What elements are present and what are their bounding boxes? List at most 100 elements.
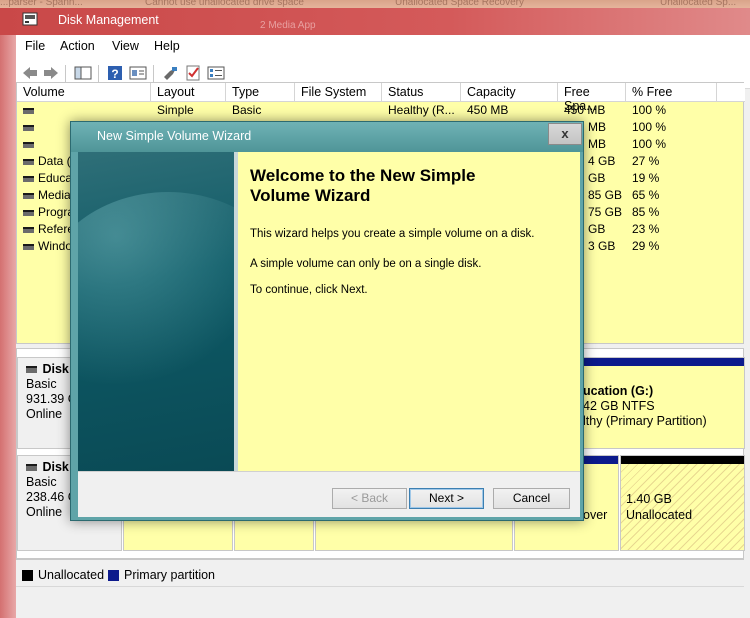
volume-free-space: 85 GB xyxy=(588,188,623,202)
menu-view[interactable]: View xyxy=(112,39,139,53)
drive-icon xyxy=(23,226,34,233)
volume-name: Progra xyxy=(23,205,74,219)
column-header-type[interactable]: Type xyxy=(226,83,295,102)
column-header-volume[interactable]: Volume xyxy=(17,83,151,102)
menu-bar: File Action View Help xyxy=(16,35,750,59)
wizard-instruction: To continue, click Next. xyxy=(250,284,368,296)
properties-icon[interactable] xyxy=(129,65,147,81)
disk-name: Disk xyxy=(42,460,69,474)
cancel-button[interactable]: Cancel xyxy=(493,488,570,509)
legend-swatch-primary xyxy=(108,570,119,581)
close-button[interactable]: x xyxy=(548,123,582,145)
background-ghost-text: 2 Media App xyxy=(260,20,316,31)
unallocated-label: Unallocated xyxy=(626,508,693,522)
svg-text:?: ? xyxy=(111,67,118,81)
volume-free-space: 4 GB xyxy=(588,154,616,168)
connect-icon[interactable] xyxy=(161,65,179,81)
drive-icon xyxy=(23,209,34,216)
drive-icon xyxy=(23,141,34,148)
partition-education-g[interactable]: ucation (G:) 42 GB NTFS lthy (Primary Pa… xyxy=(577,357,745,449)
disk-management-app-icon xyxy=(22,12,38,26)
window-titlebar[interactable]: Disk Management 2 Media App xyxy=(0,8,750,35)
banner-decoration xyxy=(78,192,238,412)
volume-percent-free: 100 % xyxy=(632,120,667,134)
partition-name: ucation (G:) xyxy=(583,384,654,398)
unallocated-size: 1.40 GB xyxy=(626,492,672,506)
back-button[interactable]: < Back xyxy=(332,488,407,509)
legend-swatch-unallocated xyxy=(22,570,33,581)
volume-name xyxy=(23,120,38,134)
partition-size: 42 GB NTFS xyxy=(583,399,655,413)
console-tree-icon[interactable] xyxy=(74,65,92,81)
next-button[interactable]: Next > xyxy=(409,488,484,509)
volume-status: Healthy (R... xyxy=(388,103,455,117)
drive-icon xyxy=(23,192,34,199)
volume-percent-free: 19 % xyxy=(632,171,660,185)
volume-name xyxy=(23,137,38,151)
help-icon[interactable]: ? xyxy=(106,65,124,81)
volume-percent-free: 29 % xyxy=(632,239,660,253)
drive-icon xyxy=(23,107,34,114)
volume-free-space: GB xyxy=(588,171,606,185)
window-left-edge xyxy=(0,35,16,618)
volume-name xyxy=(23,103,38,117)
wizard-side-banner xyxy=(78,152,238,471)
volume-name: Educa xyxy=(23,171,72,185)
volume-name: Refere xyxy=(23,222,74,236)
volume-free-space: MB xyxy=(588,137,606,151)
volume-free-space: 75 GB xyxy=(588,205,623,219)
partition-status: lthy (Primary Partition) xyxy=(583,414,707,428)
disk-name: Disk xyxy=(42,362,69,376)
volume-percent-free: 23 % xyxy=(632,222,660,236)
volume-name: Data ( xyxy=(23,154,71,168)
dialog-body: Welcome to the New Simple Volume Wizard … xyxy=(78,152,580,471)
dialog-titlebar[interactable]: New Simple Volume Wizard x xyxy=(71,122,583,152)
menu-action[interactable]: Action xyxy=(60,39,95,53)
banner-stripe xyxy=(234,152,238,471)
browser-tab: ...parser - Spann... xyxy=(0,0,83,8)
volume-free-space: 3 GB xyxy=(588,239,616,253)
volume-layout: Simple xyxy=(157,103,194,117)
volume-name: Windo xyxy=(23,239,72,253)
legend-label-unallocated: Unallocated xyxy=(38,568,105,582)
back-arrow-icon[interactable] xyxy=(21,65,39,81)
dialog-title: New Simple Volume Wizard xyxy=(97,129,252,143)
checklist-icon[interactable] xyxy=(184,65,202,81)
unallocated-bar xyxy=(621,456,744,464)
column-header-percent-free[interactable]: % Free xyxy=(626,83,717,102)
disk-icon xyxy=(26,464,37,472)
menu-file[interactable]: File xyxy=(25,39,45,53)
dialog-footer: < Back Next > Cancel xyxy=(78,471,580,517)
column-header-capacity[interactable]: Capacity xyxy=(461,83,558,102)
menu-help[interactable]: Help xyxy=(154,39,180,53)
column-header-free-space[interactable]: Free Spa... xyxy=(558,83,626,113)
window-title: Disk Management xyxy=(58,13,159,27)
column-header-layout[interactable]: Layout xyxy=(151,83,226,102)
volume-percent-free: 100 % xyxy=(632,137,667,151)
drive-icon xyxy=(23,124,34,131)
volume-percent-free: 100 % xyxy=(632,103,667,117)
volume-free-space: MB xyxy=(588,120,606,134)
column-header-file-system[interactable]: File System xyxy=(295,83,382,102)
volume-name: Media xyxy=(23,188,71,202)
column-header-status[interactable]: Status xyxy=(382,83,461,102)
browser-tab: Cannot use unallocated drive space xyxy=(145,0,304,8)
volume-free-space: 450 MB xyxy=(564,103,606,117)
legend-label-primary: Primary partition xyxy=(124,568,215,582)
toolbar-separator xyxy=(98,65,99,82)
drive-icon xyxy=(23,175,34,182)
drive-icon xyxy=(23,158,34,165)
volume-capacity: 450 MB xyxy=(467,103,509,117)
forward-arrow-icon[interactable] xyxy=(42,65,60,81)
wizard-description: This wizard helps you create a simple vo… xyxy=(250,228,535,240)
partition-unallocated[interactable]: 1.40 GB Unallocated xyxy=(620,455,745,551)
volume-percent-free: 85 % xyxy=(632,205,660,219)
volume-type: Basic xyxy=(232,103,262,117)
close-icon: x xyxy=(561,126,569,141)
partition-status: over xyxy=(583,508,608,522)
volume-percent-free: 27 % xyxy=(632,154,660,168)
legend: Unallocated Primary partition xyxy=(16,559,744,586)
settings-list-icon[interactable] xyxy=(207,65,225,81)
volume-row[interactable]: Simple Basic Healthy (R... 450 MB 450 MB… xyxy=(17,102,745,119)
browser-tab: Unallocated Space Recovery xyxy=(395,0,524,8)
